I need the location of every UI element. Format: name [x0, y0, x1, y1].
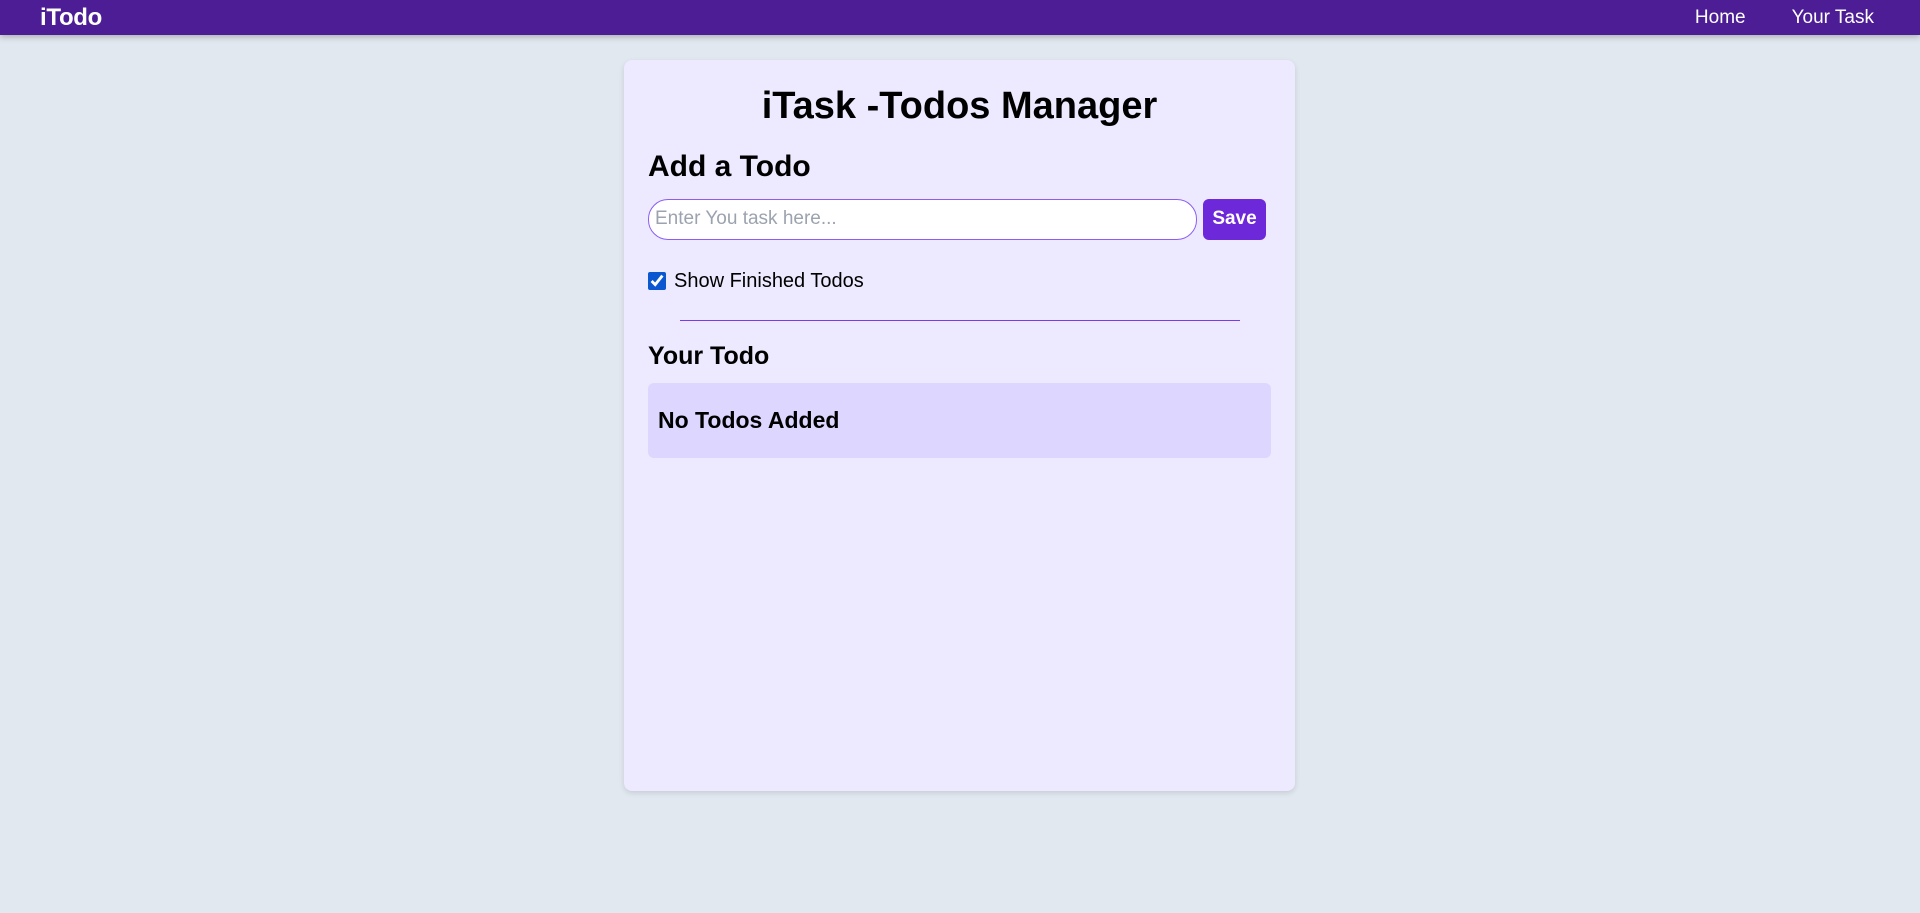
save-button[interactable]: Save [1203, 198, 1266, 240]
empty-todos-message: No Todos Added [648, 383, 1271, 459]
brand-logo[interactable]: iTodo [40, 4, 102, 32]
task-input[interactable] [648, 198, 1197, 240]
your-todo-heading: Your Todo [648, 341, 770, 370]
nav-links: Home Your Task [1695, 7, 1874, 29]
divider [679, 319, 1240, 321]
add-todo-heading: Add a Todo [648, 149, 811, 183]
show-finished-checkbox[interactable] [648, 272, 666, 291]
page-title: iTask -Todos Manager [761, 85, 1158, 127]
show-finished-toggle[interactable]: Show Finished Todos [648, 270, 1271, 293]
nav-link-home[interactable]: Home [1695, 7, 1746, 29]
show-finished-label: Show Finished Todos [674, 269, 864, 292]
add-todo-row: Save [648, 198, 1271, 240]
navbar: iTodo Home Your Task [0, 0, 1920, 35]
todo-card: iTask -Todos Manager Add a Todo Save Sho… [624, 60, 1295, 791]
nav-link-your-task[interactable]: Your Task [1792, 7, 1874, 29]
empty-todos-text: No Todos Added [658, 407, 840, 434]
